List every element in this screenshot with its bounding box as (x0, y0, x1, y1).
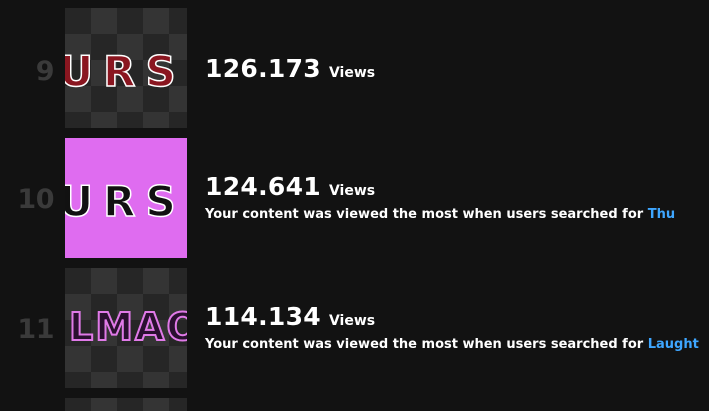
views-label: Views (328, 65, 376, 81)
search-insight-text: Your content was viewed the most when us… (205, 337, 644, 352)
thumbnail-graphic: URSD (65, 176, 187, 227)
search-term-link[interactable]: Thu (648, 207, 675, 222)
views-count: 124.641 (205, 172, 321, 201)
list-item[interactable]: 11 LMAO 114.134 Views Your content was v… (0, 268, 709, 388)
search-insight: Your content was viewed the most when us… (205, 207, 675, 222)
search-term-link[interactable]: Laught (648, 337, 699, 352)
search-insight: Your content was viewed the most when us… (205, 337, 699, 352)
thumbnail-graphic: URSD (65, 46, 187, 97)
views-label: Views (328, 183, 376, 199)
rank-number: 11 (17, 314, 54, 345)
search-insight-text: Your content was viewed the most when us… (205, 207, 644, 222)
svg-text:URSD: URSD (65, 177, 187, 226)
list-item[interactable]: 9 URSD 126.173 Views (0, 8, 709, 128)
thumbnail[interactable] (65, 398, 187, 411)
views-count: 114.134 (205, 302, 321, 331)
views-label: Views (328, 313, 376, 329)
list-item[interactable] (0, 398, 709, 411)
rank-number: 10 (17, 184, 54, 215)
svg-text:LMAO: LMAO (69, 305, 187, 349)
thumbnail[interactable]: URSD (65, 8, 187, 128)
thumbnail[interactable]: URSD (65, 138, 187, 258)
views-count: 126.173 (205, 54, 321, 83)
thumbnail[interactable]: LMAO (65, 268, 187, 388)
thumbnail-graphic: LMAO (68, 304, 187, 350)
svg-text:URSD: URSD (65, 47, 187, 96)
rank-number: 9 (35, 56, 55, 87)
list-item[interactable]: 10 URSD 124.641 Views Your content was v… (0, 138, 709, 258)
